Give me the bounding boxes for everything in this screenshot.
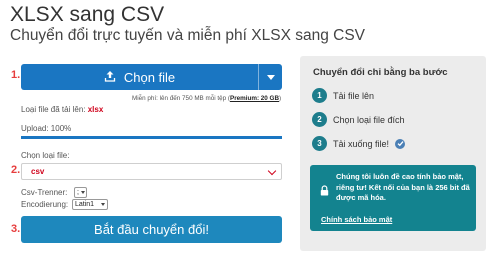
security-text: Chúng tôi luôn đề cao tính bảo mật, riên… — [336, 172, 470, 202]
limit-note: Miễn phí: lên đến 750 MB mỗi tệp (Premiu… — [132, 95, 282, 102]
step-text: Tải xuống file! — [333, 138, 390, 149]
guide-step-2: 2 Chọn loại file đích — [312, 112, 405, 127]
security-notice: Chúng tôi luôn đề cao tính bảo mật, riên… — [310, 165, 476, 231]
step-text: Tải file lên — [333, 90, 375, 101]
guide-step-1: 1 Tải file lên — [312, 88, 374, 103]
check-icon — [395, 138, 406, 149]
csv-separator-select[interactable]: ; — [74, 187, 87, 198]
lock-icon — [320, 183, 329, 201]
uploaded-type-row: Loại file đã tải lên: xlsx — [21, 105, 103, 114]
step-number-badge: 3 — [312, 136, 327, 151]
uploaded-type-label: Loại file đã tải lên: — [21, 105, 86, 114]
encoding-label: Encodierung: — [21, 200, 69, 209]
upload-progress-bar — [21, 136, 282, 139]
step-number-badge: 1 — [312, 88, 327, 103]
steps-panel: Chuyển đổi chỉ bằng ba bước 1 Tải file l… — [300, 56, 486, 251]
target-format-select[interactable]: csv — [21, 163, 282, 180]
chevron-down-icon — [101, 203, 105, 206]
chevron-down-icon — [267, 166, 277, 176]
csv-separator-label: Csv-Trenner: — [21, 188, 68, 197]
upload-icon — [104, 70, 116, 85]
premium-link[interactable]: Premium: 20 GB — [230, 95, 279, 102]
upload-progress-fill — [21, 136, 282, 139]
choose-file-main[interactable]: Chọn file — [21, 64, 258, 90]
encoding-select[interactable]: Latin1 — [72, 199, 108, 210]
panel-title: Chuyển đổi chỉ bằng ba bước — [313, 67, 448, 78]
guide-step-3: 3 Tải xuống file! — [312, 136, 406, 151]
step-marker-2: 2. — [11, 164, 21, 176]
step-marker-3: 3. — [11, 223, 21, 235]
upload-source-dropdown[interactable] — [258, 64, 282, 90]
page-subtitle: Chuyển đổi trực tuyến và miễn phí XLSX s… — [10, 27, 366, 44]
start-conversion-button[interactable]: Bắt đầu chuyển đổi! — [21, 216, 282, 243]
privacy-policy-link[interactable]: Chính sách bảo mật — [321, 215, 392, 224]
select-type-label: Chọn loại file: — [21, 151, 70, 160]
step-marker-1: 1. — [11, 69, 21, 81]
upload-progress-label: Upload: 100% — [21, 124, 72, 133]
page-title: XLSX sang CSV — [10, 3, 165, 26]
chevron-down-icon — [266, 74, 275, 80]
choose-file-label: Chọn file — [123, 69, 176, 85]
choose-file-button[interactable]: Chọn file — [21, 64, 282, 90]
step-number-badge: 2 — [312, 112, 327, 127]
chevron-down-icon — [80, 191, 85, 194]
uploaded-ext: xlsx — [87, 105, 104, 114]
target-format-value: csv — [31, 167, 45, 176]
step-text: Chọn loại file đích — [333, 114, 405, 125]
